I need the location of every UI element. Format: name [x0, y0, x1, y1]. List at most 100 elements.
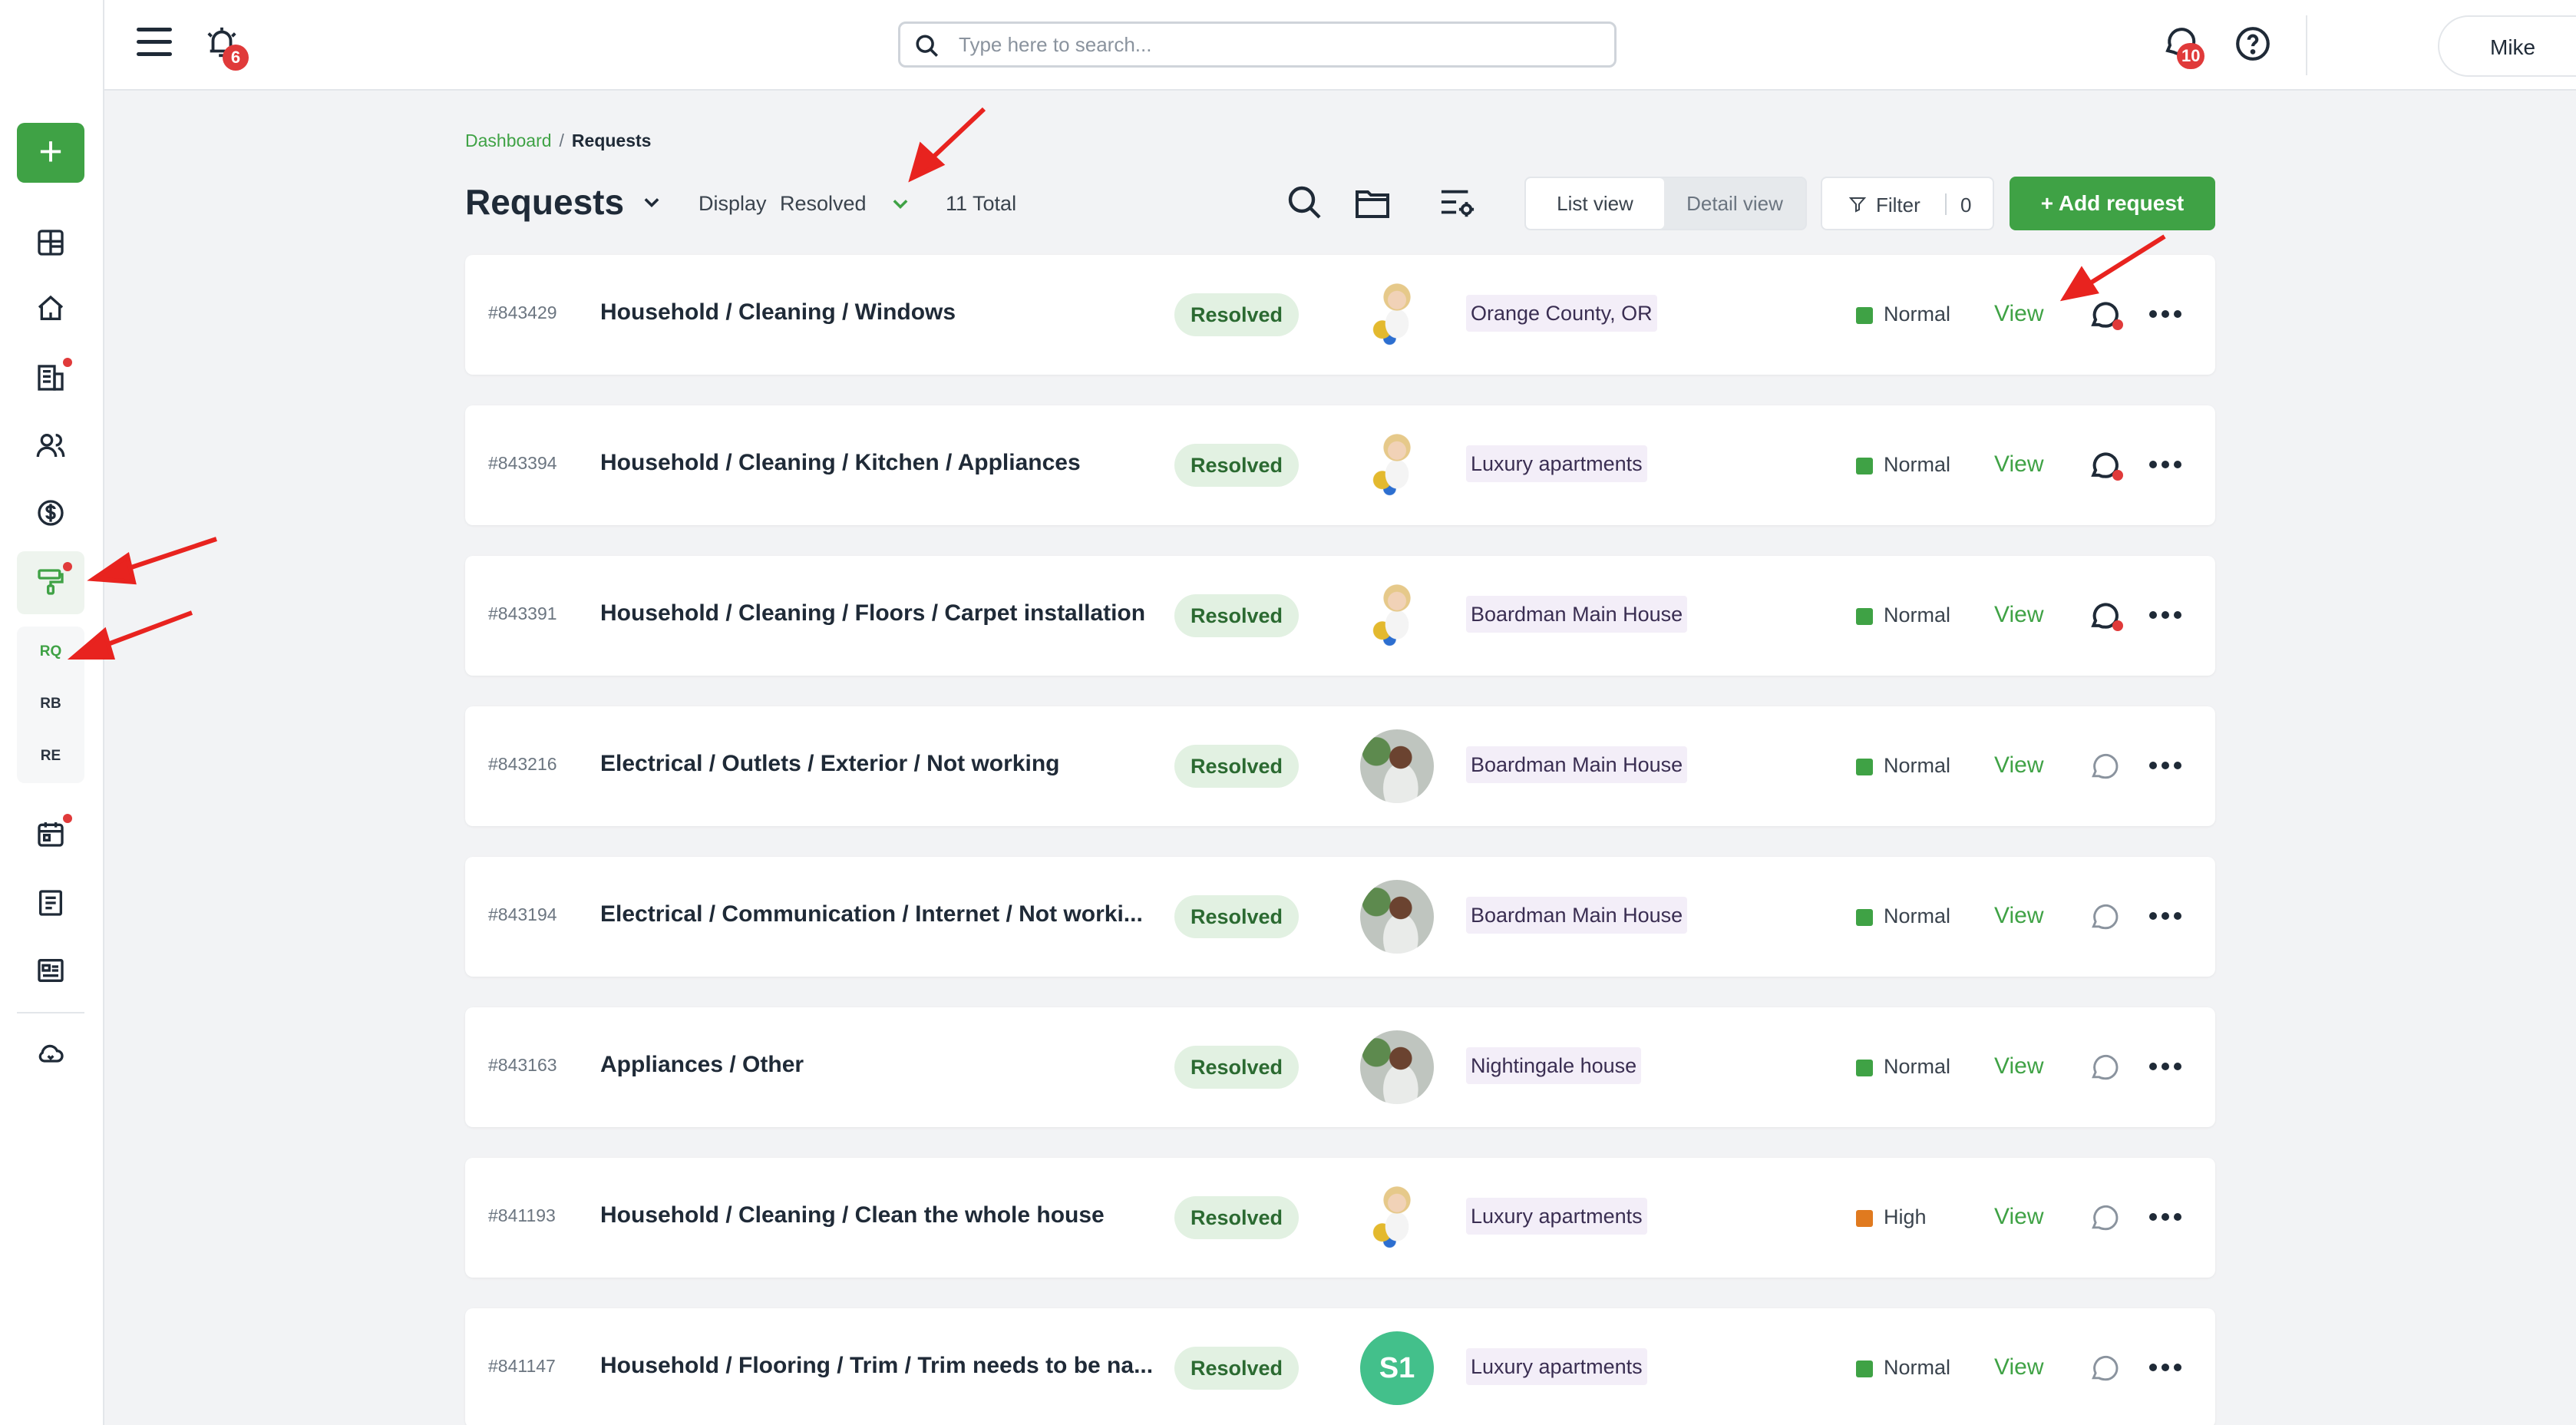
comment-icon[interactable] — [2088, 749, 2122, 783]
request-title[interactable]: Household / Flooring / Trim / Trim needs… — [600, 1353, 1153, 1379]
status-badge: Resolved — [1174, 745, 1299, 788]
more-options-icon[interactable] — [2149, 1053, 2188, 1081]
request-id: #843163 — [488, 1055, 557, 1075]
request-title[interactable]: Household / Cleaning / Windows — [600, 299, 956, 326]
user-menu[interactable]: Mike — [2438, 15, 2576, 77]
view-link[interactable]: View — [1994, 301, 2043, 327]
request-title[interactable]: Appliances / Other — [600, 1052, 804, 1078]
help-icon[interactable] — [2234, 25, 2274, 64]
more-options-icon[interactable] — [2149, 752, 2188, 780]
alarm-bell-icon[interactable]: 6 — [204, 25, 249, 71]
request-title[interactable]: Household / Cleaning / Clean the whole h… — [600, 1202, 1105, 1228]
total-count: 11 Total — [946, 192, 1017, 215]
location-tag: Boardman Main House — [1466, 897, 1688, 934]
location-tag: Luxury apartments — [1466, 1198, 1647, 1235]
people-icon[interactable] — [34, 428, 68, 462]
alarm-badge: 6 — [223, 45, 249, 71]
add-request-button[interactable]: + Add request — [2010, 177, 2215, 230]
document-icon[interactable] — [34, 886, 68, 920]
view-link[interactable]: View — [1994, 1204, 2043, 1230]
table-row[interactable]: #843194 Electrical / Communication / Inte… — [465, 857, 2215, 977]
comment-icon[interactable] — [2088, 1351, 2122, 1385]
search-input[interactable] — [959, 30, 1588, 59]
page-title[interactable]: Requests — [465, 181, 624, 223]
view-link[interactable]: View — [1994, 903, 2043, 929]
dashboard-grid-icon[interactable] — [34, 226, 68, 260]
quick-add-button[interactable]: + — [17, 123, 84, 183]
request-id: #841193 — [488, 1205, 556, 1225]
request-id: #841147 — [488, 1356, 556, 1376]
unread-dot — [2112, 319, 2123, 330]
request-title[interactable]: Electrical / Communication / Internet / … — [600, 901, 1143, 927]
location-tag: Nightingale house — [1466, 1047, 1642, 1084]
request-title[interactable]: Household / Cleaning / Floors / Carpet i… — [600, 600, 1145, 627]
more-options-icon[interactable] — [2149, 1354, 2188, 1382]
more-options-icon[interactable] — [2149, 301, 2188, 329]
status-badge: Resolved — [1174, 895, 1299, 938]
status-badge: Resolved — [1174, 594, 1299, 637]
assignee-avatar — [1360, 1181, 1434, 1255]
table-row[interactable]: #843216 Electrical / Outlets / Exterior /… — [465, 706, 2215, 826]
table-row[interactable]: #843429 Household / Cleaning / Windows Res… — [465, 255, 2215, 375]
request-title[interactable]: Household / Cleaning / Kitchen / Applian… — [600, 450, 1081, 476]
menu-icon[interactable] — [137, 28, 172, 58]
paint-roller-icon[interactable] — [34, 562, 72, 599]
column-settings-icon[interactable] — [1438, 186, 1477, 221]
request-id: #843216 — [488, 754, 557, 774]
table-row[interactable]: #843391 Household / Cleaning / Floors / C… — [465, 556, 2215, 676]
subnav-rb[interactable]: RB — [17, 696, 84, 712]
notification-dot — [63, 814, 72, 823]
comment-icon[interactable] — [2088, 900, 2122, 934]
calendar-icon[interactable] — [34, 814, 72, 851]
table-row[interactable]: #843163 Appliances / Other Resolved Nightin… — [465, 1007, 2215, 1127]
dollar-icon[interactable] — [34, 496, 68, 530]
comment-icon[interactable] — [2088, 1050, 2122, 1084]
display-label: Display — [698, 192, 767, 215]
more-options-icon[interactable] — [2149, 602, 2188, 630]
request-id: #843429 — [488, 303, 557, 322]
breadcrumb-current: Requests — [571, 131, 652, 150]
view-link[interactable]: View — [1994, 1053, 2043, 1079]
table-row[interactable]: #843394 Household / Cleaning / Kitchen / … — [465, 405, 2215, 525]
filter-divider — [1945, 193, 1947, 215]
topbar-divider — [2306, 15, 2307, 75]
list-view-tab[interactable]: List view — [1526, 178, 1664, 229]
display-filter-value[interactable]: Resolved — [780, 192, 867, 216]
assignee-avatar — [1360, 428, 1434, 502]
subnav-rq[interactable]: RQ — [17, 643, 84, 660]
more-options-icon[interactable] — [2149, 1204, 2188, 1232]
filter-icon — [1848, 197, 1867, 213]
priority-label: Normal — [1884, 754, 1951, 777]
view-link[interactable]: View — [1994, 451, 2043, 478]
home-icon[interactable] — [34, 292, 68, 326]
chevron-down-icon[interactable] — [889, 193, 912, 215]
building-icon[interactable] — [34, 358, 72, 395]
view-link[interactable]: View — [1994, 752, 2043, 779]
priority-indicator — [1856, 759, 1873, 775]
subnav-re[interactable]: RE — [17, 748, 84, 765]
priority-indicator — [1856, 608, 1873, 625]
search-bar[interactable] — [898, 21, 1617, 68]
assignee-avatar — [1360, 579, 1434, 653]
search-icon[interactable] — [1286, 184, 1323, 221]
comment-icon[interactable] — [2088, 1201, 2122, 1235]
filter-button[interactable]: Filter 0 — [1821, 177, 1994, 230]
table-row[interactable]: #841147 Household / Flooring / Trim / Tri… — [465, 1308, 2215, 1425]
table-row[interactable]: #841193 Household / Cleaning / Clean the … — [465, 1158, 2215, 1278]
view-link[interactable]: View — [1994, 1354, 2043, 1380]
view-link[interactable]: View — [1994, 602, 2043, 628]
cloud-icon[interactable] — [34, 1037, 68, 1070]
detail-view-tab[interactable]: Detail view — [1664, 178, 1805, 229]
folder-icon[interactable] — [1354, 186, 1391, 220]
breadcrumb-dashboard[interactable]: Dashboard — [465, 131, 552, 150]
news-icon[interactable] — [34, 954, 68, 987]
request-id: #843194 — [488, 904, 557, 924]
sidebar: + RQ RB RE — [0, 0, 104, 1425]
assignee-avatar: S1 — [1360, 1331, 1434, 1405]
more-options-icon[interactable] — [2149, 903, 2188, 931]
more-options-icon[interactable] — [2149, 451, 2188, 479]
request-title[interactable]: Electrical / Outlets / Exterior / Not wo… — [600, 751, 1059, 777]
chevron-down-icon[interactable] — [639, 192, 665, 213]
priority-indicator — [1856, 307, 1873, 324]
messages-icon[interactable]: 10 — [2162, 23, 2205, 69]
